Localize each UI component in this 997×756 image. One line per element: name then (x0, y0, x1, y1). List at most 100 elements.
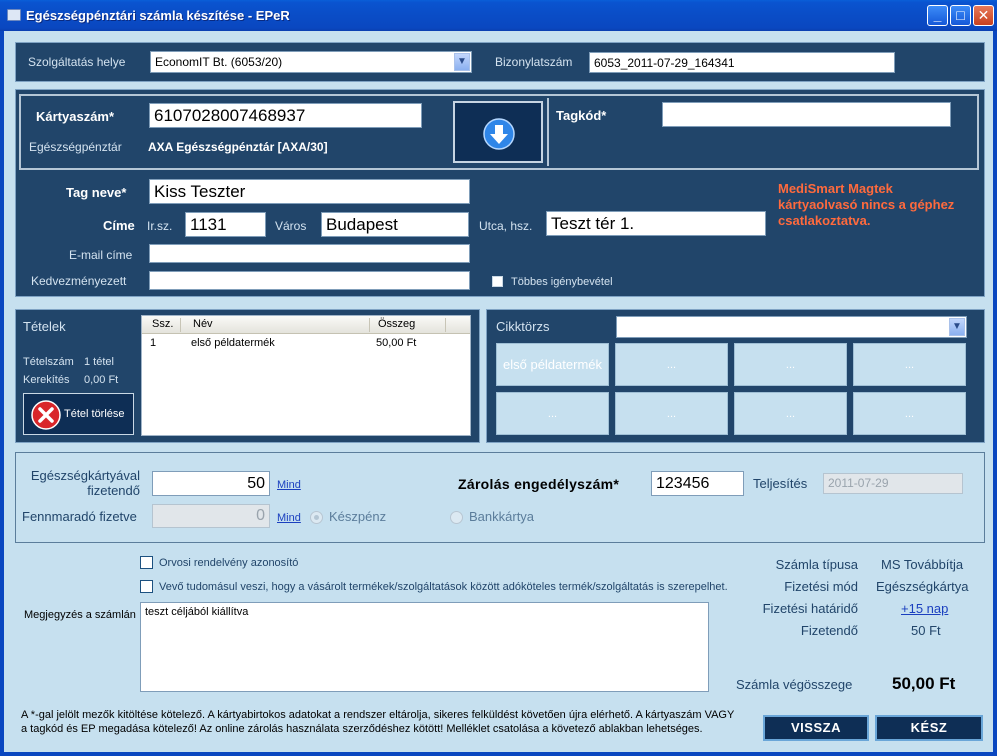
prescription-checkbox[interactable] (140, 556, 153, 569)
catalog-product-button-1[interactable]: első példatermék (496, 343, 609, 386)
catalog-panel: Cikktörzs ▼ első példatermék ... ... ...… (486, 309, 985, 443)
multi-claim-checkbox[interactable] (492, 276, 503, 287)
delete-item-button[interactable]: Tétel törlése (23, 393, 134, 435)
table-row[interactable]: 1 első példatermék 50,00 Ft (142, 336, 470, 350)
window-title: Egészségpénztári számla készítése - EPeR (26, 8, 290, 23)
footnote-text: A *-gal jelölt mezők kitöltése kötelező.… (21, 709, 735, 735)
note-textarea[interactable]: teszt céljából kiállítva (140, 602, 709, 692)
catalog-product-button-3[interactable]: ... (734, 343, 847, 386)
member-code-label: Tagkód* (556, 108, 607, 123)
window-frame-bottom (0, 752, 997, 756)
member-name-label: Tag neve* (66, 185, 127, 200)
items-table[interactable]: Ssz. Név Összeg 1 első példatermék 50,00… (141, 315, 471, 436)
member-name-field[interactable]: Kiss Teszter (149, 179, 470, 204)
col-ssz[interactable]: Ssz. (152, 318, 173, 330)
row-ssz: 1 (150, 337, 157, 349)
catalog-product-button-4[interactable]: ... (853, 343, 966, 386)
city-label: Város (275, 219, 307, 233)
beneficiary-field[interactable] (149, 271, 470, 290)
payable-value: 50 Ft (911, 623, 941, 638)
bankcard-label: Bankkártya (469, 509, 535, 524)
invoice-type-value: MS Továbbítja (881, 557, 964, 572)
card-number-label: Kártyaszám* (36, 109, 115, 124)
doc-number-field[interactable]: 6053_2011-07-29_164341 (589, 52, 895, 73)
col-amount[interactable]: Összeg (378, 318, 415, 330)
street-field[interactable]: Teszt tér 1. (546, 211, 766, 236)
item-count-label: Tételszám (23, 356, 74, 368)
total-label: Számla végösszege (736, 677, 853, 692)
items-title: Tételek (23, 319, 66, 334)
row-amount: 50,00 Ft (376, 337, 417, 349)
beneficiary-label: Kedvezményezett (31, 274, 127, 288)
delete-icon (31, 400, 61, 430)
service-location-label: Szolgáltatás helye (28, 55, 126, 69)
back-button[interactable]: VISSZA (763, 715, 869, 741)
lock-number-field[interactable]: 123456 (651, 471, 744, 496)
service-panel: Szolgáltatás helye EconomIT Bt. (6053/20… (15, 42, 985, 82)
rounding-value: 0,00 Ft (84, 374, 119, 386)
maximize-button[interactable]: □ (950, 5, 971, 26)
catalog-title: Cikktörzs (496, 319, 550, 334)
window-frame-right (993, 31, 997, 756)
deadline-link[interactable]: +15 nap (901, 601, 948, 616)
remaining-label: Fennmaradó fizetve (22, 509, 137, 524)
card-pay-label: Egészségkártyával fizetendő (30, 468, 140, 498)
total-value: 50,00 Ft (892, 674, 956, 693)
title-bar[interactable]: Egészségpénztári számla készítése - EPeR… (0, 0, 997, 31)
delete-item-label: Tétel törlése (64, 408, 125, 420)
rounding-label: Kerekítés (23, 374, 70, 386)
service-location-select[interactable]: EconomIT Bt. (6053/20) ▼ (150, 51, 472, 73)
card-pay-mind-link[interactable]: Mind (277, 479, 301, 491)
member-code-field[interactable] (662, 102, 951, 127)
card-pay-field[interactable]: 50 (152, 471, 270, 496)
row-name: első példatermék (191, 337, 275, 349)
zip-field[interactable]: 1131 (185, 212, 266, 237)
items-table-header: Ssz. Név Összeg (142, 316, 470, 334)
arrow-down-icon (483, 118, 515, 150)
fund-label: Egészségpénztár (29, 140, 122, 154)
city-field[interactable]: Budapest (321, 212, 469, 237)
chevron-down-icon[interactable]: ▼ (949, 318, 965, 336)
email-field[interactable] (149, 244, 470, 263)
card-number-field[interactable]: 6107028007468937 (149, 103, 422, 128)
remaining-field[interactable]: 0 (152, 504, 270, 528)
bankcard-radio[interactable] (450, 511, 463, 524)
address-label: Címe (103, 218, 135, 233)
catalog-product-button-7[interactable]: ... (734, 392, 847, 435)
email-label: E-mail címe (69, 248, 133, 262)
service-location-value: EconomIT Bt. (6053/20) (155, 55, 283, 69)
read-card-button[interactable] (453, 101, 543, 163)
pay-method-value: Egészségkártya (876, 579, 969, 594)
catalog-product-button-2[interactable]: ... (615, 343, 728, 386)
close-button[interactable]: ✕ (973, 5, 994, 26)
payment-panel: Egészségkártyával fizetendő 50 Mind Fenn… (15, 452, 985, 543)
pay-method-label: Fizetési mód (784, 579, 858, 594)
cash-label: Készpénz (329, 509, 387, 524)
fulfilment-field[interactable]: 2011-07-29 (823, 473, 963, 494)
deadline-label: Fizetési határidő (762, 601, 858, 616)
note-label: Megjegyzés a számlán (24, 609, 136, 621)
cash-radio[interactable] (310, 511, 323, 524)
payable-label: Fizetendő (800, 623, 858, 638)
multi-claim-label: Többes igénybevétel (511, 276, 613, 288)
member-panel: Kártyaszám* 6107028007468937 Egészségpén… (15, 89, 985, 297)
items-panel: Tételek Tételszám 1 tétel Kerekítés 0,00… (15, 309, 480, 443)
col-name[interactable]: Név (193, 318, 213, 330)
app-icon (7, 9, 21, 21)
done-button[interactable]: KÉSZ (875, 715, 983, 741)
catalog-product-button-6[interactable]: ... (615, 392, 728, 435)
buyer-ack-checkbox[interactable] (140, 580, 153, 593)
street-label: Utca, hsz. (479, 219, 533, 233)
remaining-mind-link[interactable]: Mind (277, 512, 301, 524)
catalog-product-button-5[interactable]: ... (496, 392, 609, 435)
prescription-label: Orvosi rendelvény azonosító (159, 557, 299, 569)
fulfilment-label: Teljesítés (753, 476, 808, 491)
lock-number-label: Zárolás engedélyszám* (458, 476, 620, 492)
catalog-select[interactable]: ▼ (616, 316, 967, 338)
item-count-value: 1 tétel (84, 356, 114, 368)
minimize-button[interactable]: _ (927, 5, 948, 26)
chevron-down-icon[interactable]: ▼ (454, 53, 470, 71)
buyer-ack-label: Vevő tudomásul veszi, hogy a vásárolt te… (159, 581, 728, 593)
catalog-product-button-8[interactable]: ... (853, 392, 966, 435)
zip-label: Ir.sz. (147, 219, 173, 233)
